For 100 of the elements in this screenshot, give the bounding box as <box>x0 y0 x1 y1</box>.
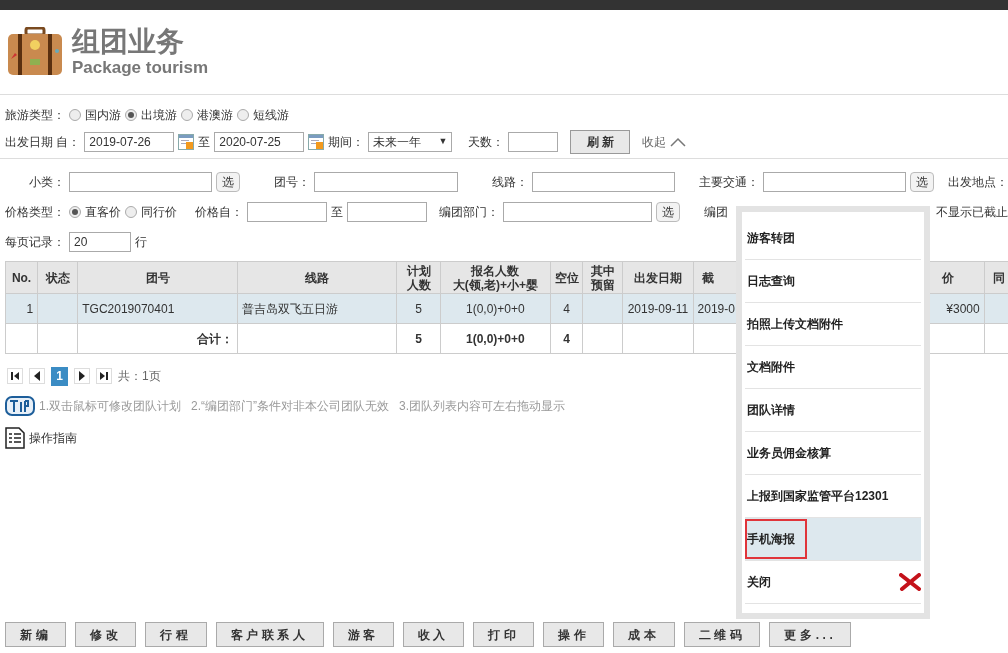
refresh-button[interactable]: 刷 新 <box>570 129 631 154</box>
calendar-icon[interactable] <box>308 133 325 150</box>
column-header: 人数 <box>406 277 431 292</box>
pick-button[interactable]: 选 <box>216 172 241 192</box>
column-header: 计划 <box>406 263 431 278</box>
field-label: 价格自： <box>195 205 243 219</box>
column-header: 报名人数 <box>471 263 520 278</box>
collapse-link[interactable]: 收起 <box>642 132 687 151</box>
field-label: 出发日期 自： <box>5 133 81 151</box>
column-header: 状态 <box>45 270 70 285</box>
input-field[interactable] <box>247 202 327 222</box>
action-button[interactable]: 更多... <box>769 622 852 647</box>
input-field[interactable] <box>508 131 559 152</box>
field-label: 不显示已截止 <box>936 205 1008 219</box>
input-field[interactable] <box>531 172 675 192</box>
suitcase-icon <box>6 27 64 77</box>
close-icon[interactable] <box>899 573 921 591</box>
input-field[interactable]: 20 <box>69 232 131 252</box>
field-label: 出发地点： <box>948 175 1008 189</box>
menu-item[interactable]: 手机海报 <box>745 518 921 561</box>
page-summary: 共：1页 <box>118 368 161 385</box>
guide-link[interactable]: 操作指南 <box>29 429 77 447</box>
column-header: 出发日期 <box>633 270 682 285</box>
table-cell: 1 <box>26 301 34 316</box>
field-label: 线路： <box>491 175 528 189</box>
action-button[interactable]: 行程 <box>145 622 207 647</box>
column-header: 其中 <box>590 263 615 278</box>
input-field[interactable] <box>502 202 652 222</box>
field-label: 团号： <box>274 175 311 189</box>
period-select[interactable]: 未来一年 ▼ <box>368 131 453 152</box>
radio-label: 出境游 <box>141 107 177 124</box>
total-label: 合计： <box>196 331 233 346</box>
action-button[interactable]: 修改 <box>75 622 137 647</box>
page-button[interactable]: 1 <box>51 366 68 386</box>
table-cell: ¥3000 <box>946 301 980 316</box>
table-cell: 2019-09-11 <box>627 301 689 316</box>
input-field[interactable]: 2020-07-25 <box>214 131 305 152</box>
radio-button[interactable] <box>237 109 249 121</box>
field-label: 编团部门： <box>438 205 499 219</box>
action-button[interactable]: 新编 <box>5 622 67 647</box>
previous-page-icon[interactable] <box>29 368 45 384</box>
input-field[interactable] <box>346 202 427 222</box>
column-header: 价 <box>941 270 954 285</box>
column-header: 同 <box>992 270 1005 285</box>
radio-button[interactable] <box>125 109 137 121</box>
table-cell: 5 <box>415 301 422 316</box>
field-label: 旅游类型： <box>5 107 65 124</box>
field-label: 天数： <box>468 134 505 149</box>
field-label: 行 <box>135 234 147 251</box>
column-header: 大(领,老)+小+婴 <box>452 277 538 292</box>
pick-button[interactable]: 选 <box>910 172 934 192</box>
next-page-icon[interactable] <box>74 368 90 384</box>
radio-label: 港澳游 <box>197 107 233 124</box>
first-page-icon[interactable] <box>7 368 23 384</box>
field-label: 每页记录： <box>5 234 65 251</box>
column-header: 预留 <box>590 277 615 292</box>
calendar-icon[interactable] <box>178 133 195 150</box>
table-cell: 1(0,0)+0+0 <box>465 331 525 346</box>
column-header: 截 <box>701 270 714 285</box>
radio-button[interactable] <box>69 206 81 218</box>
tips-icon <box>5 395 35 417</box>
action-button[interactable]: 二维码 <box>683 622 761 647</box>
table-cell: 4 <box>563 301 570 316</box>
table-cell: 1(0,0)+0+0 <box>465 301 525 316</box>
table-cell: 2019-0 <box>697 301 735 316</box>
action-button[interactable]: 游客 <box>332 622 394 647</box>
field-label: 主要交通： <box>698 175 759 189</box>
column-header: 空位 <box>554 270 579 285</box>
column-header: 团号 <box>145 270 170 285</box>
field-label: 至 <box>198 133 211 151</box>
dropdown-caret: ▼ <box>438 134 448 148</box>
radio-button[interactable] <box>125 206 137 218</box>
document-icon[interactable] <box>5 427 25 449</box>
pick-button[interactable]: 选 <box>656 202 680 222</box>
table-cell: 5 <box>415 331 422 346</box>
tips-text: 1.双击鼠标可修改团队计划 2.“编团部门”条件对非本公司团队无效 3.团队列表内容可左右拖动显示 <box>39 398 566 415</box>
last-page-icon[interactable] <box>96 368 112 384</box>
column-header: No. <box>11 270 32 285</box>
radio-label: 短线游 <box>253 107 289 124</box>
radio-button[interactable] <box>181 109 193 121</box>
input-field[interactable] <box>69 172 213 192</box>
action-button[interactable]: 收入 <box>402 622 464 647</box>
input-field[interactable] <box>314 172 458 192</box>
field-label: 期间： <box>328 133 365 151</box>
table-cell: 普吉岛双飞五日游 <box>241 301 338 316</box>
field-label: 编团 <box>704 205 728 219</box>
action-button[interactable]: 打印 <box>473 622 535 647</box>
radio-label: 同行价 <box>141 204 177 221</box>
page-title: 组团业务 <box>72 26 185 58</box>
input-field[interactable]: 2019-07-26 <box>84 131 175 152</box>
action-button[interactable]: 成本 <box>613 622 675 647</box>
action-button[interactable]: 客户联系人 <box>215 622 324 647</box>
field-label: 小类： <box>29 174 65 191</box>
radio-label: 国内游 <box>85 107 121 124</box>
page-subtitle: Package tourism <box>72 58 209 78</box>
input-field[interactable] <box>762 172 906 192</box>
table-cell: 4 <box>563 331 570 346</box>
action-button[interactable]: 操作 <box>543 622 605 647</box>
radio-button[interactable] <box>69 109 81 121</box>
chevron-up-icon <box>670 136 687 147</box>
